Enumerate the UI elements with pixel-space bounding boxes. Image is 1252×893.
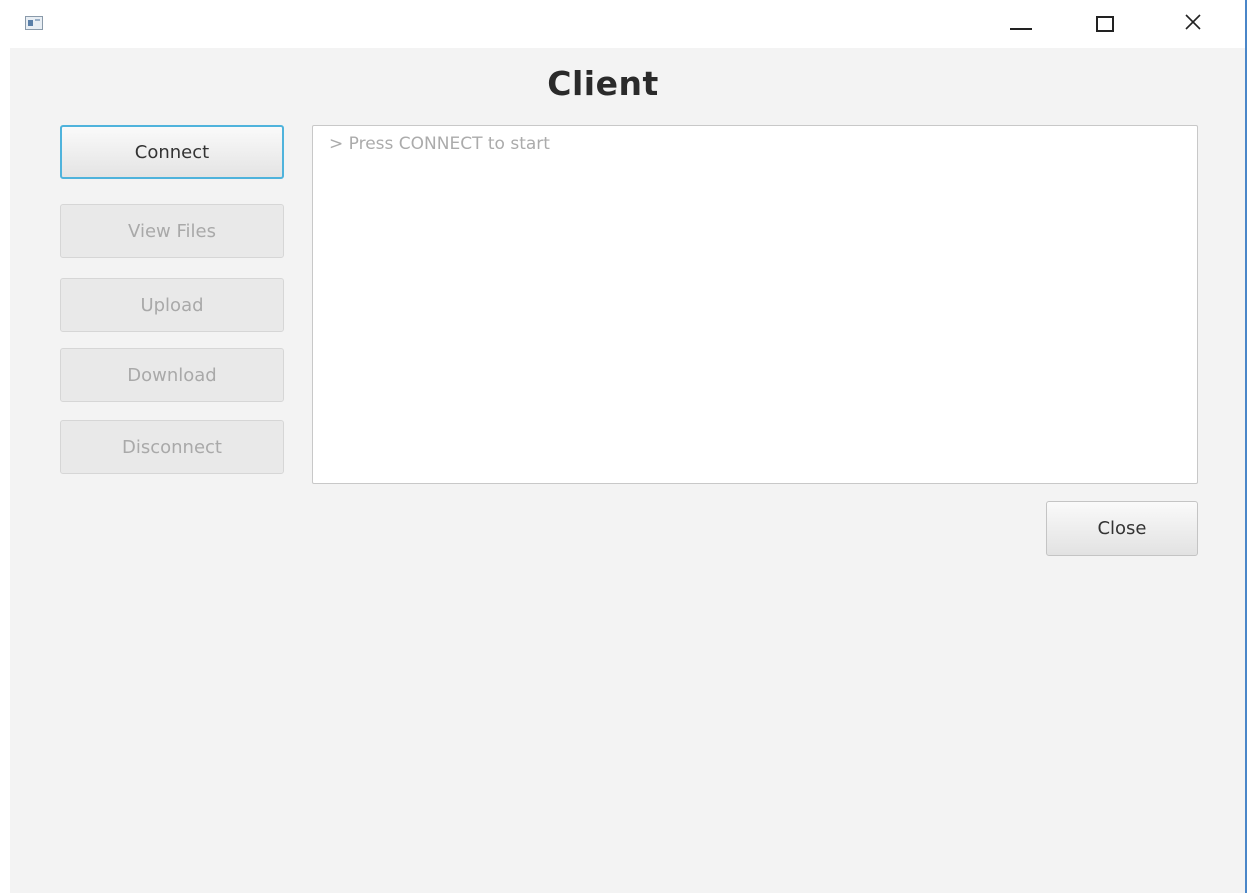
minimize-icon xyxy=(1010,28,1032,30)
disconnect-button[interactable]: Disconnect xyxy=(60,420,284,474)
title-bar xyxy=(0,0,1245,48)
minimize-button[interactable] xyxy=(998,6,1044,42)
page-title: Client xyxy=(547,64,659,103)
close-button[interactable]: Close xyxy=(1046,501,1198,556)
app-icon xyxy=(25,15,43,30)
client-window: Client Connect View Files Upload Downloa… xyxy=(0,0,1247,893)
upload-button[interactable]: Upload xyxy=(60,278,284,332)
window-edge xyxy=(1245,0,1247,893)
client-area: Client Connect View Files Upload Downloa… xyxy=(10,48,1245,893)
window-close-button[interactable] xyxy=(1170,6,1216,42)
view-files-button[interactable]: View Files xyxy=(60,204,284,258)
console-output[interactable]: > Press CONNECT to start xyxy=(312,125,1198,484)
close-icon xyxy=(1184,13,1202,35)
maximize-icon xyxy=(1096,16,1114,32)
download-button[interactable]: Download xyxy=(60,348,284,402)
console-placeholder: > Press CONNECT to start xyxy=(329,134,550,154)
connect-button[interactable]: Connect xyxy=(60,125,284,179)
maximize-button[interactable] xyxy=(1082,6,1128,42)
